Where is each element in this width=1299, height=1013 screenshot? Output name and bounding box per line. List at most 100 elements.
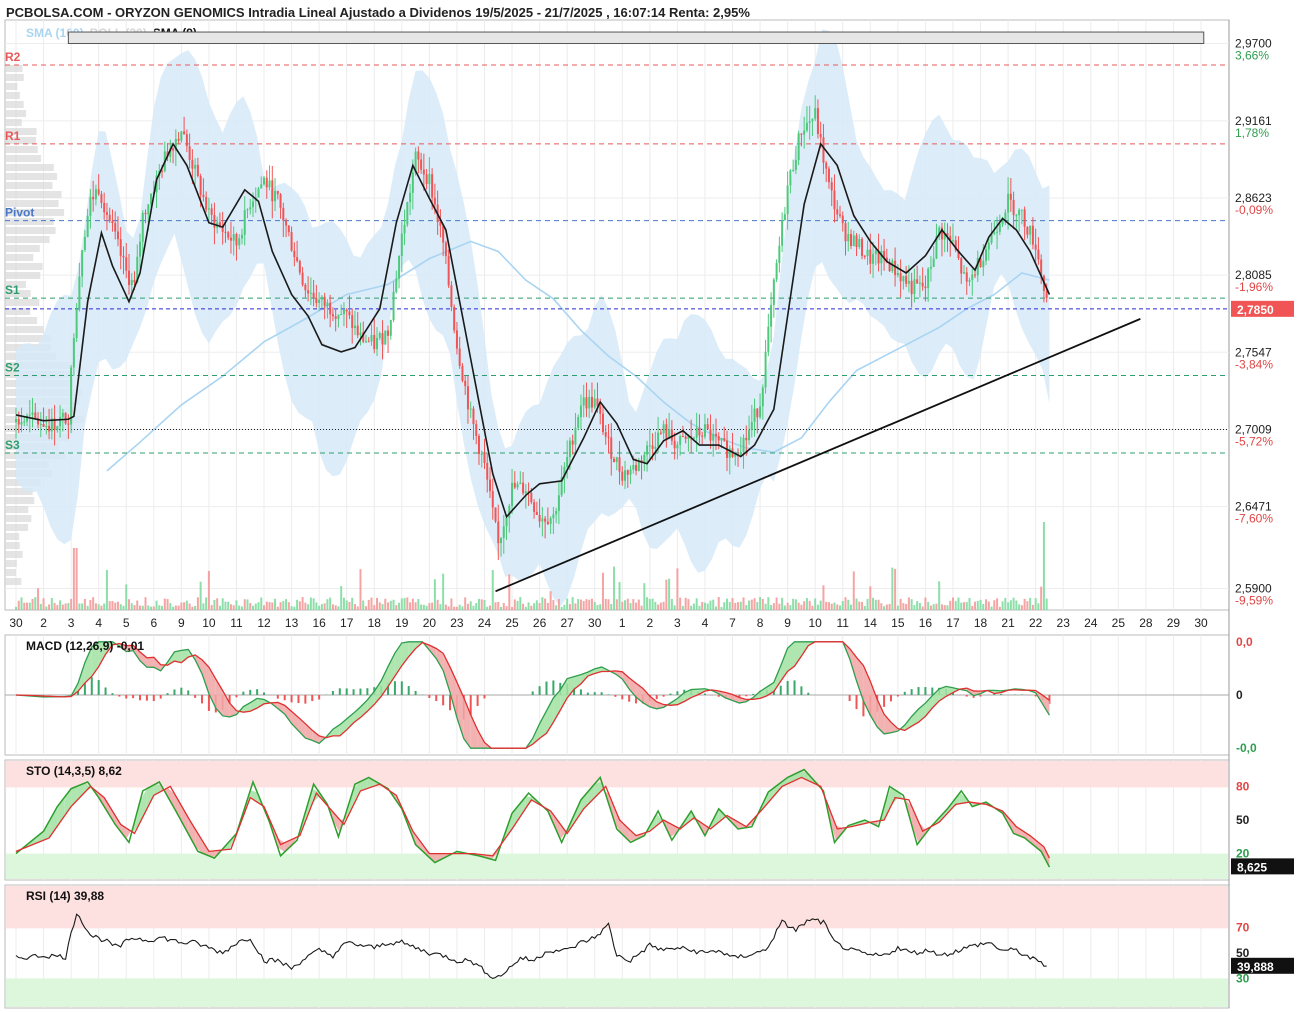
candle-body: [557, 495, 560, 512]
candle-body: [913, 279, 916, 295]
candle-body: [480, 453, 483, 455]
volume-profile-bar: [5, 254, 34, 261]
macd-histogram-bar: [903, 691, 906, 695]
volume-bar: [770, 605, 773, 610]
candle-body: [345, 309, 348, 312]
volume-bar: [224, 601, 227, 610]
chart-canvas[interactable]: R2 R1 Pivot S1 S2 S3 2,97003,66%2,91611,78%2,…: [0, 0, 1299, 1013]
candle-body: [1020, 209, 1023, 211]
candle-body: [803, 130, 806, 135]
candle-body: [340, 314, 343, 316]
macd-histogram-bar: [593, 692, 596, 695]
date-tick-label: 23: [1057, 616, 1071, 630]
volume-bar: [1031, 604, 1034, 610]
volume-bar: [786, 602, 789, 610]
price-tick-pct: -3,84%: [1235, 357, 1273, 371]
candle-body: [723, 438, 726, 441]
volume-bar: [125, 584, 128, 610]
volume-bar: [444, 604, 447, 610]
candle-body: [541, 518, 544, 522]
volume-bar: [590, 598, 593, 610]
candle-body: [830, 182, 833, 191]
candle-body: [982, 260, 985, 268]
volume-bar: [940, 604, 943, 610]
candle-body: [461, 365, 464, 381]
macd-histogram-bar: [311, 695, 314, 702]
macd-histogram-bar: [242, 691, 245, 695]
volume-bar: [877, 599, 880, 610]
volume-profile-bar: [5, 560, 17, 567]
volume-bar: [210, 605, 213, 610]
candle-body: [194, 164, 197, 169]
volume-bar: [596, 605, 599, 610]
date-tick-label: 8: [757, 616, 764, 630]
candle-body: [907, 280, 910, 284]
volume-bar: [905, 604, 908, 610]
volume-bar: [737, 602, 740, 610]
volume-bar: [692, 603, 695, 610]
candle-body: [588, 396, 591, 409]
volume-bar: [433, 579, 436, 610]
volume-bar: [866, 598, 869, 610]
volume-bar: [814, 598, 817, 610]
volume-bar: [428, 603, 431, 610]
volume-bar: [362, 600, 365, 610]
volume-bar: [172, 606, 175, 610]
candle-body: [376, 337, 379, 350]
volume-bar: [1007, 602, 1010, 610]
volume-bar: [249, 603, 252, 610]
volume-bar: [287, 602, 290, 610]
candle-body: [676, 444, 679, 449]
candle-body: [706, 424, 709, 430]
volume-bar: [238, 605, 241, 610]
candle-body: [519, 482, 522, 485]
volume-bar: [800, 604, 803, 610]
volume-profile-bar: [5, 524, 29, 531]
volume-bar: [367, 599, 370, 610]
volume-profile-bar: [5, 497, 35, 504]
macd-histogram-bar: [614, 695, 617, 697]
candle-body: [717, 436, 720, 441]
indicator-tick-label: 80: [1236, 779, 1250, 793]
macd-histogram-bar: [235, 695, 238, 698]
candle-body: [263, 177, 266, 185]
volume-bar: [356, 606, 359, 610]
volume-bar: [811, 605, 814, 610]
macd-histogram-bar: [442, 695, 445, 706]
volume-bar: [108, 601, 111, 610]
volume-profile-bar: [5, 74, 24, 81]
date-tick-label: 18: [368, 616, 382, 630]
volume-bar: [734, 602, 737, 610]
volume-bar: [392, 599, 395, 610]
candle-body: [786, 185, 789, 215]
volume-bar: [726, 598, 728, 610]
indicator-fill: [140, 788, 147, 823]
indicator-tick-label: -0,0: [1236, 741, 1257, 755]
volume-bar: [624, 600, 627, 610]
volume-bar: [670, 598, 673, 610]
volume-bar: [673, 605, 676, 610]
candle-body: [403, 224, 406, 234]
volume-profile-bar: [5, 191, 62, 198]
volume-bar: [976, 601, 979, 610]
volume-bar: [130, 603, 133, 610]
volume-bar: [458, 604, 461, 610]
volume-bar: [293, 606, 296, 610]
volume-profile-bar: [5, 227, 56, 234]
volume-bar: [615, 599, 618, 610]
candle-body: [326, 302, 329, 306]
volume-bar: [381, 604, 384, 610]
candle-body: [472, 408, 475, 425]
candle-body: [1029, 225, 1032, 235]
volume-bar: [974, 601, 977, 610]
candle-body: [293, 250, 296, 258]
candle-body: [974, 274, 977, 276]
candle-body: [125, 257, 128, 271]
volume-bar: [601, 572, 604, 610]
volume-bar: [626, 598, 629, 610]
volume-bar: [629, 603, 632, 610]
macd-histogram-bar: [263, 692, 266, 695]
volume-bar: [353, 604, 356, 610]
volume-profile-bar: [5, 83, 18, 90]
macd-histogram-bar: [359, 688, 362, 695]
